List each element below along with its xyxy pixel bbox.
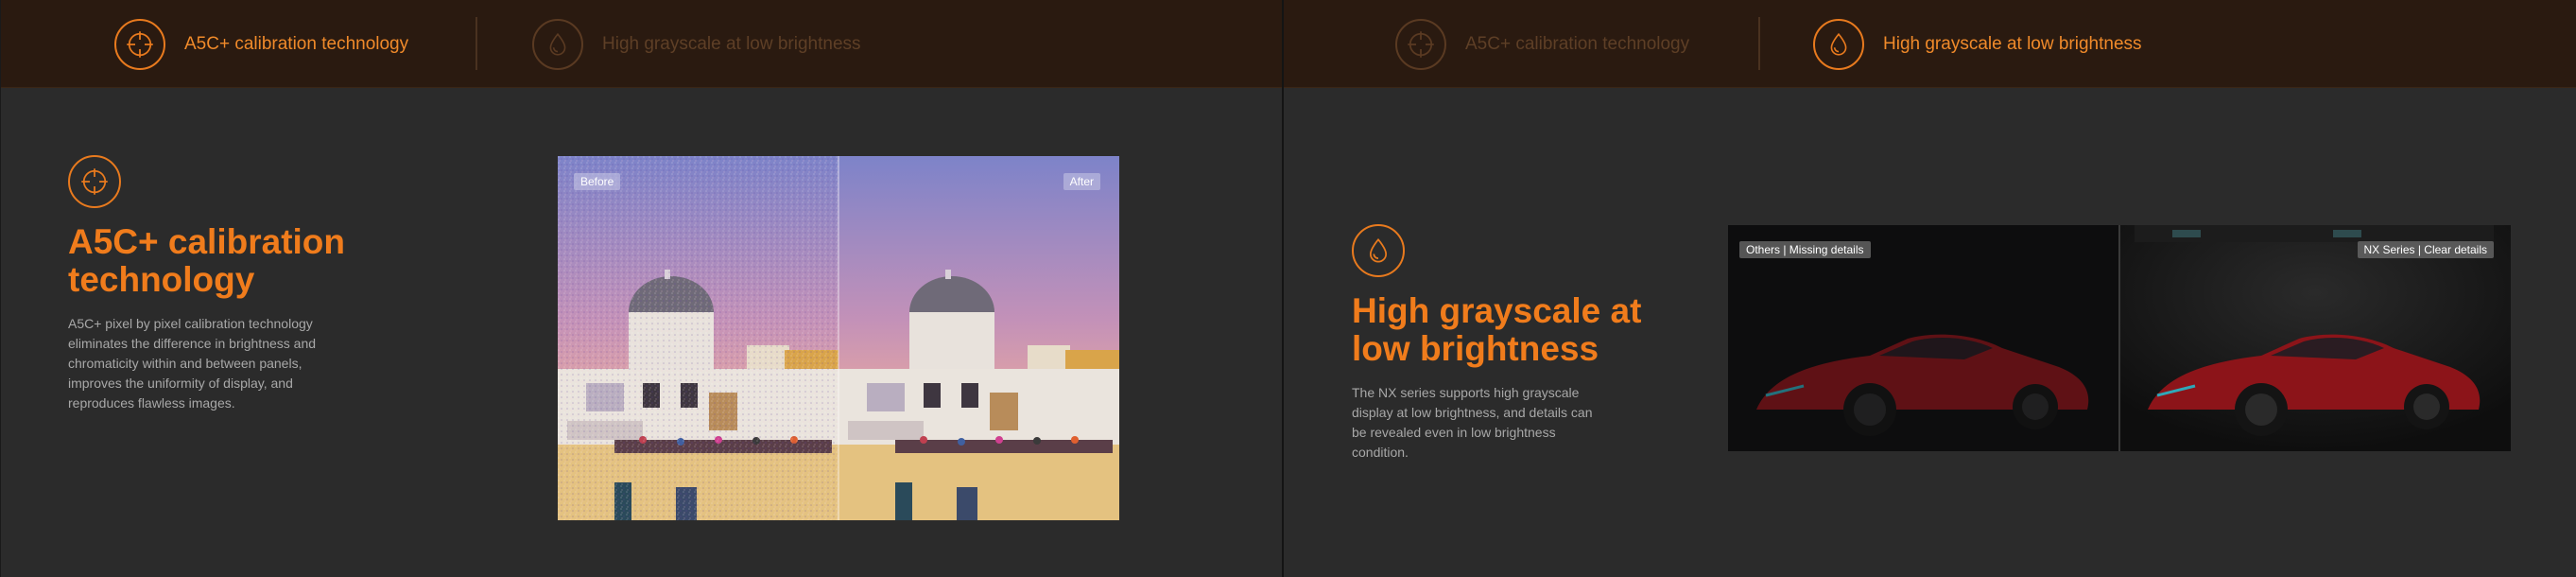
crosshair-icon	[114, 18, 165, 70]
feature-tabs: A5C+ calibration technology High graysca…	[1284, 0, 2576, 88]
droplet-icon	[1813, 18, 1864, 70]
tab-divider	[475, 17, 477, 70]
crosshair-icon	[68, 155, 121, 208]
tab-label: High grayscale at low brightness	[1883, 33, 2142, 54]
tab-label: A5C+ calibration technology	[1465, 33, 1690, 54]
before-label: Before	[574, 173, 621, 190]
feature-title: High grayscale at low brightness	[1352, 292, 1641, 368]
slide-calibration: A5C+ calibration technology High graysca…	[0, 0, 1282, 577]
feature-title: A5C+ calibration technology	[68, 223, 345, 299]
description-line: improves the uniformity of display, and	[68, 376, 293, 391]
feature-description: A5C+ pixel by pixel calibration technolo…	[68, 314, 371, 413]
droplet-icon	[532, 18, 583, 70]
title-line: High grayscale at	[1352, 291, 1642, 330]
crosshair-icon	[1395, 18, 1446, 70]
tab-label: A5C+ calibration technology	[184, 33, 409, 54]
description-line: display at low brightness, and details c…	[1352, 405, 1593, 420]
nx-series-label: NX Series | Clear details	[2357, 241, 2494, 258]
description-line: be revealed even in low brightness	[1352, 425, 1556, 440]
feature-tabs: A5C+ calibration technology High graysca…	[1, 0, 1282, 88]
others-label: Others | Missing details	[1739, 241, 1871, 258]
tab-grayscale[interactable]: High grayscale at low brightness	[1813, 0, 2142, 88]
droplet-icon	[1352, 224, 1405, 277]
description-line: eliminates the difference in brightness …	[68, 336, 317, 351]
description-line: reproduces flawless images.	[68, 395, 235, 411]
slide-grayscale: A5C+ calibration technology High graysca…	[1282, 0, 2576, 577]
description-line: condition.	[1352, 445, 1409, 460]
description-line: chromaticity within and between panels,	[68, 356, 303, 371]
title-line: technology	[68, 260, 255, 299]
description-line: The NX series supports high grayscale	[1352, 385, 1580, 400]
car-photo	[1728, 225, 2511, 451]
tab-label: High grayscale at low brightness	[602, 33, 861, 54]
before-after-image: Before After	[558, 156, 1119, 520]
comparison-image: Others | Missing details NX Series | Cle…	[1728, 225, 2511, 451]
after-label: After	[1063, 173, 1100, 190]
tab-calibration[interactable]: A5C+ calibration technology	[1395, 0, 1689, 88]
tab-grayscale[interactable]: High grayscale at low brightness	[532, 0, 861, 88]
feature-description: The NX series supports high grayscale di…	[1352, 383, 1654, 463]
santorini-photo	[558, 156, 1119, 520]
description-line: A5C+ pixel by pixel calibration technolo…	[68, 316, 313, 331]
title-line: low brightness	[1352, 329, 1599, 368]
tab-calibration[interactable]: A5C+ calibration technology	[114, 0, 408, 88]
tab-divider	[1758, 17, 1760, 70]
title-line: A5C+ calibration	[68, 222, 346, 261]
slides-container: A5C+ calibration technology High graysca…	[0, 0, 2576, 577]
